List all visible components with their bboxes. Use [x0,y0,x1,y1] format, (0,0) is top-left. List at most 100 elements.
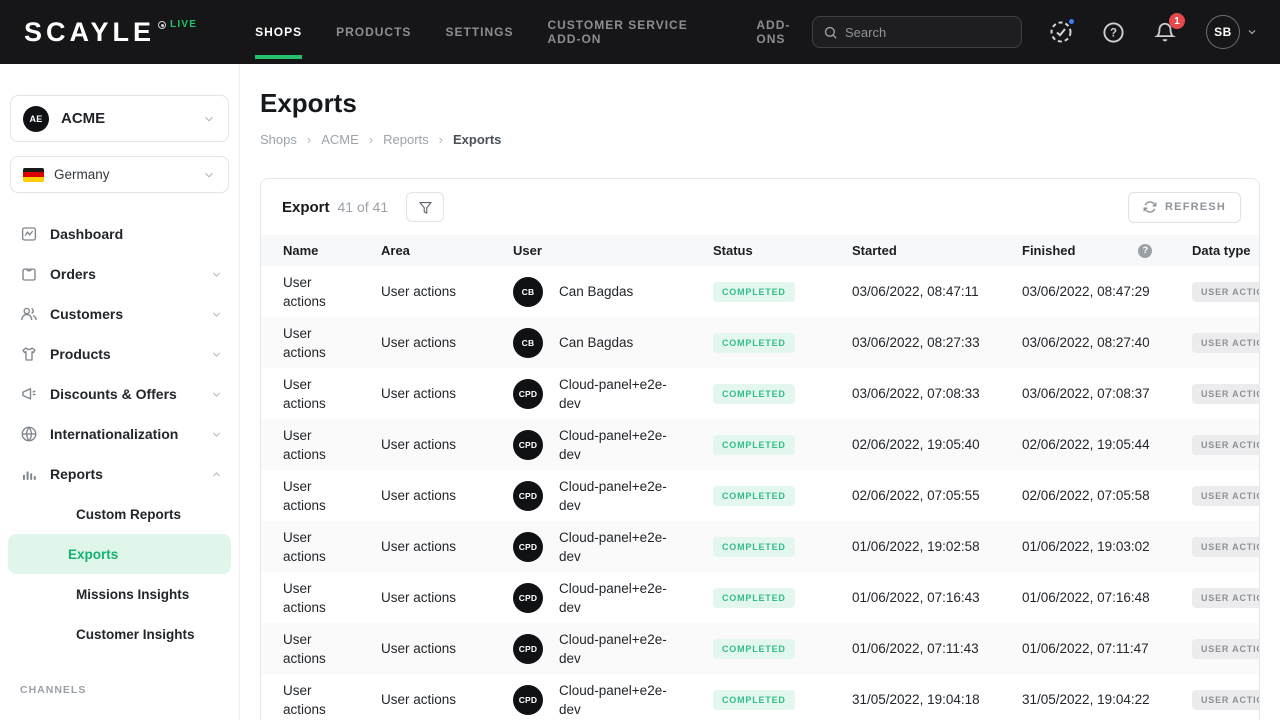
channels-section-label: CHANNELS [20,684,239,696]
notifications-bell-icon[interactable]: 1 [1152,19,1178,45]
main-content: Exports Shops › ACME › Reports › Exports… [240,64,1280,720]
data-type-cell: USER ACTIONS [1192,435,1260,455]
row-user-avatar: CPD [513,532,543,562]
germany-flag-icon [23,168,44,182]
sidebar-item-reports[interactable]: Reports [0,454,239,494]
export-area: User actions [381,386,513,401]
table-row[interactable]: User actions User actions CPD Cloud-pane… [261,623,1259,674]
table-row[interactable]: User actions User actions CPD Cloud-pane… [261,521,1259,572]
sidebar-item-internationalization[interactable]: Internationalization [0,414,239,454]
sidebar-item-missions-insights[interactable]: Missions Insights [8,574,231,614]
sidebar-item-orders[interactable]: Orders [0,254,239,294]
shop-name: ACME [61,110,105,127]
notification-count-badge: 1 [1169,13,1185,29]
data-type-cell: USER ACTIONS [1192,690,1260,710]
finished-timestamp: 02/06/2022, 19:05:44 [1022,437,1192,452]
user-cell: CPD Cloud-panel+e2e-dev [513,579,713,617]
tasks-status-icon[interactable] [1048,19,1074,45]
chevron-down-icon [210,428,223,441]
sidebar-item-dashboard[interactable]: Dashboard [0,214,239,254]
column-header-data-type: Data type [1192,243,1260,258]
export-name: User actions [261,375,381,413]
status-badge: COMPLETED [713,588,795,608]
status-badge: COMPLETED [713,639,795,659]
row-user-name: Cloud-panel+e2e-dev [559,579,669,617]
help-icon[interactable]: ? [1100,19,1126,45]
column-header-finished-label: Finished [1022,243,1075,258]
sidebar-item-products[interactable]: Products [0,334,239,374]
user-cell: CPD Cloud-panel+e2e-dev [513,528,713,566]
refresh-label: REFRESH [1165,201,1226,213]
table-row[interactable]: User actions User actions CPD Cloud-pane… [261,572,1259,623]
user-cell: CB Can Bagdas [513,328,713,358]
column-header-name: Name [261,243,381,258]
data-type-badge: USER ACTIONS [1192,588,1260,608]
country-selector[interactable]: Germany [10,156,229,193]
row-user-avatar: CPD [513,481,543,511]
data-type-cell: USER ACTIONS [1192,282,1260,302]
export-area: User actions [381,692,513,707]
dashboard-icon [20,225,38,243]
user-cell: CPD Cloud-panel+e2e-dev [513,375,713,413]
top-navigation: SHOPS PRODUCTS SETTINGS CUSTOMER SERVICE… [255,0,812,64]
status-badge: COMPLETED [713,435,795,455]
breadcrumb-reports[interactable]: Reports [383,132,429,147]
search-input[interactable] [845,25,1005,40]
nav-item-add-ons[interactable]: ADD-ONS [756,0,812,64]
sidebar-item-discounts-offers[interactable]: Discounts & Offers [0,374,239,414]
user-cell: CPD Cloud-panel+e2e-dev [513,630,713,668]
column-header-status: Status [713,243,852,258]
status-cell: COMPLETED [713,486,852,506]
user-cell: CPD Cloud-panel+e2e-dev [513,681,713,719]
table-row[interactable]: User actions User actions CB Can Bagdas … [261,317,1259,368]
sidebar-item-exports[interactable]: Exports [8,534,231,574]
user-cell: CPD Cloud-panel+e2e-dev [513,426,713,464]
table-row[interactable]: User actions User actions CB Can Bagdas … [261,266,1259,317]
status-cell: COMPLETED [713,639,852,659]
filter-funnel-icon [418,200,433,215]
user-avatar[interactable]: SB [1206,15,1240,49]
table-row[interactable]: User actions User actions CPD Cloud-pane… [261,470,1259,521]
table-row[interactable]: User actions User actions CPD Cloud-pane… [261,419,1259,470]
status-badge: COMPLETED [713,690,795,710]
row-user-avatar: CPD [513,379,543,409]
row-user-name: Cloud-panel+e2e-dev [559,528,669,566]
row-user-name: Cloud-panel+e2e-dev [559,630,669,668]
sidebar-item-customer-insights[interactable]: Customer Insights [8,614,231,654]
breadcrumb-shops[interactable]: Shops [260,132,297,147]
globe-icon [20,425,38,443]
table-row[interactable]: User actions User actions CPD Cloud-pane… [261,674,1259,720]
data-type-badge: USER ACTIONS [1192,537,1260,557]
status-badge: COMPLETED [713,282,795,302]
chevron-down-icon [202,112,216,126]
filter-button[interactable] [406,192,444,222]
sidebar-item-custom-reports[interactable]: Custom Reports [8,494,231,534]
data-type-badge: USER ACTIONS [1192,435,1260,455]
finished-info-icon[interactable]: ? [1138,244,1152,258]
finished-timestamp: 02/06/2022, 07:05:58 [1022,488,1192,503]
refresh-button[interactable]: REFRESH [1128,192,1241,223]
nav-item-settings[interactable]: SETTINGS [445,0,513,64]
user-menu-chevron-icon[interactable] [1246,26,1258,38]
data-type-badge: USER ACTIONS [1192,486,1260,506]
status-cell: COMPLETED [713,384,852,404]
table-row[interactable]: User actions User actions CPD Cloud-pane… [261,368,1259,419]
shop-selector[interactable]: AE ACME [10,95,229,142]
nav-item-shops[interactable]: SHOPS [255,0,302,64]
export-area: User actions [381,284,513,299]
nav-item-customer-service-add-on[interactable]: CUSTOMER SERVICE ADD-ON [547,0,722,64]
user-cell: CPD Cloud-panel+e2e-dev [513,477,713,515]
breadcrumb-acme[interactable]: ACME [321,132,359,147]
finished-timestamp: 03/06/2022, 08:47:29 [1022,284,1192,299]
row-user-name: Can Bagdas [559,333,633,352]
started-timestamp: 02/06/2022, 07:05:55 [852,488,1022,503]
brand-logo[interactable]: SCAYLE LIVE [24,15,197,49]
megaphone-icon [20,385,38,403]
country-name: Germany [54,167,110,182]
started-timestamp: 02/06/2022, 19:05:40 [852,437,1022,452]
search-box[interactable] [812,16,1022,48]
data-type-cell: USER ACTIONS [1192,639,1260,659]
panel-title: Export [282,199,330,216]
nav-item-products[interactable]: PRODUCTS [336,0,411,64]
sidebar-item-customers[interactable]: Customers [0,294,239,334]
